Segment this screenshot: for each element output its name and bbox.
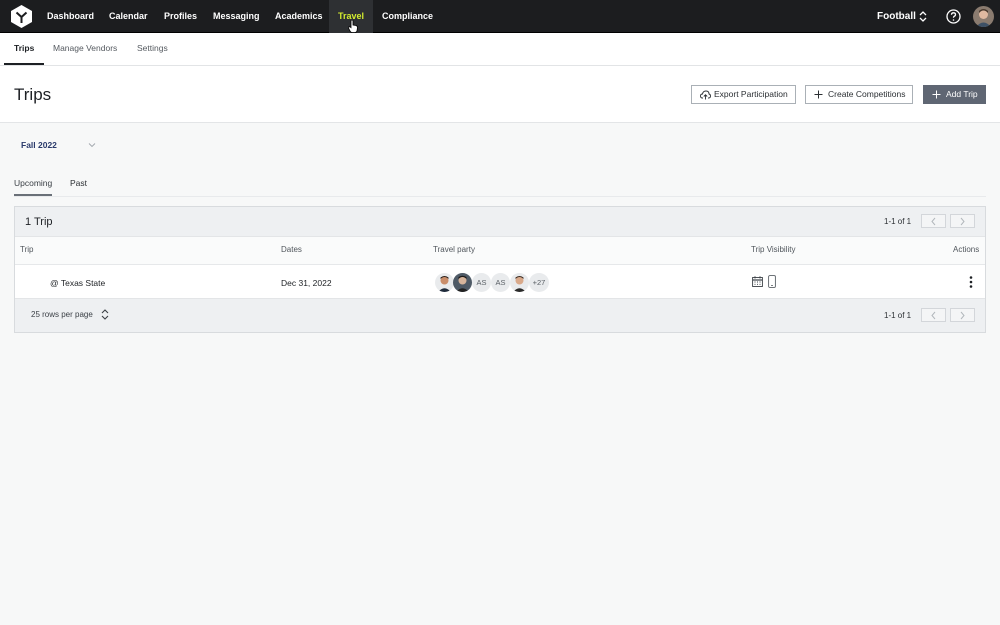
table-title: 1 Trip xyxy=(25,216,53,228)
traveler-more-count[interactable]: +27 xyxy=(529,273,549,292)
season-select[interactable]: Fall 2022 xyxy=(21,140,57,150)
nav-profiles[interactable]: Profiles xyxy=(164,0,197,33)
nav-calendar[interactable]: Calendar xyxy=(109,0,148,33)
create-competitions-label: Create Competitions xyxy=(828,89,906,99)
chevron-right-icon xyxy=(960,217,965,226)
help-icon[interactable] xyxy=(946,9,961,24)
trip-name[interactable]: @ Texas State xyxy=(50,278,105,288)
nav-academics[interactable]: Academics xyxy=(275,0,323,33)
traveler-avatar xyxy=(453,273,472,292)
next-page-button-bottom[interactable] xyxy=(950,308,975,322)
next-page-button-top[interactable] xyxy=(950,214,975,228)
plus-icon xyxy=(814,90,823,99)
subtab-settings[interactable]: Settings xyxy=(137,33,168,65)
pager-range-top: 1-1 of 1 xyxy=(884,217,912,226)
chevron-updown-icon[interactable] xyxy=(101,308,109,321)
chevron-left-icon xyxy=(931,311,936,320)
plus-icon xyxy=(932,90,941,99)
column-actions: Actions xyxy=(953,245,980,254)
page-title: Trips xyxy=(14,85,52,104)
sub-nav: Trips Manage Vendors Settings xyxy=(0,33,1000,66)
user-avatar[interactable] xyxy=(973,6,994,27)
tab-past[interactable]: Past xyxy=(70,178,87,196)
pager-range-bottom: 1-1 of 1 xyxy=(884,311,912,320)
mobile-phone-icon xyxy=(768,275,776,288)
app-logo-icon[interactable] xyxy=(9,4,34,29)
traveler-initials: AS xyxy=(491,273,510,292)
add-trip-label: Add Trip xyxy=(946,89,978,99)
chevron-updown-icon[interactable] xyxy=(919,10,927,23)
page-header: Trips Export Participation Create Compet… xyxy=(0,66,1000,123)
subtab-trips[interactable]: Trips xyxy=(4,33,45,65)
more-actions-icon[interactable] xyxy=(969,275,973,289)
export-participation-button[interactable]: Export Participation xyxy=(691,85,796,104)
tabs-divider xyxy=(14,196,986,197)
prev-page-button-bottom[interactable] xyxy=(921,308,946,322)
export-participation-label: Export Participation xyxy=(714,89,788,99)
traveler-avatar xyxy=(435,273,454,292)
rows-per-page-select[interactable]: 25 rows per page xyxy=(31,310,93,319)
create-competitions-button[interactable]: Create Competitions xyxy=(805,85,913,104)
nav-compliance[interactable]: Compliance xyxy=(382,0,433,33)
table-header: Trip Dates Travel party Trip Visibility … xyxy=(15,236,985,264)
trip-date: Dec 31, 2022 xyxy=(281,278,332,288)
cloud-upload-icon xyxy=(700,90,711,100)
subtab-manage-vendors[interactable]: Manage Vendors xyxy=(53,33,117,65)
table-row[interactable]: @ Texas State Dec 31, 2022 AS AS +27 xyxy=(15,264,985,299)
prev-page-button-top[interactable] xyxy=(921,214,946,228)
column-dates[interactable]: Dates xyxy=(281,245,302,254)
chevron-left-icon xyxy=(931,217,936,226)
traveler-avatar xyxy=(510,273,529,292)
calendar-icon xyxy=(752,276,763,287)
column-trip[interactable]: Trip xyxy=(20,245,33,254)
traveler-initials: AS xyxy=(472,273,491,292)
top-nav: Dashboard Calendar Profiles Messaging Ac… xyxy=(0,0,1000,33)
team-selector[interactable]: Football xyxy=(877,0,916,33)
chevron-right-icon xyxy=(960,311,965,320)
nav-messaging[interactable]: Messaging xyxy=(213,0,260,33)
tab-upcoming[interactable]: Upcoming xyxy=(14,178,53,196)
hand-cursor-icon xyxy=(348,20,358,33)
add-trip-button[interactable]: Add Trip xyxy=(923,85,986,104)
trips-table-card: 1 Trip 1-1 of 1 Trip Dates Travel party … xyxy=(14,206,986,333)
column-trip-visibility: Trip Visibility xyxy=(751,245,796,254)
chevron-down-icon[interactable] xyxy=(88,142,96,148)
column-travel-party: Travel party xyxy=(433,245,475,254)
nav-dashboard[interactable]: Dashboard xyxy=(47,0,94,33)
